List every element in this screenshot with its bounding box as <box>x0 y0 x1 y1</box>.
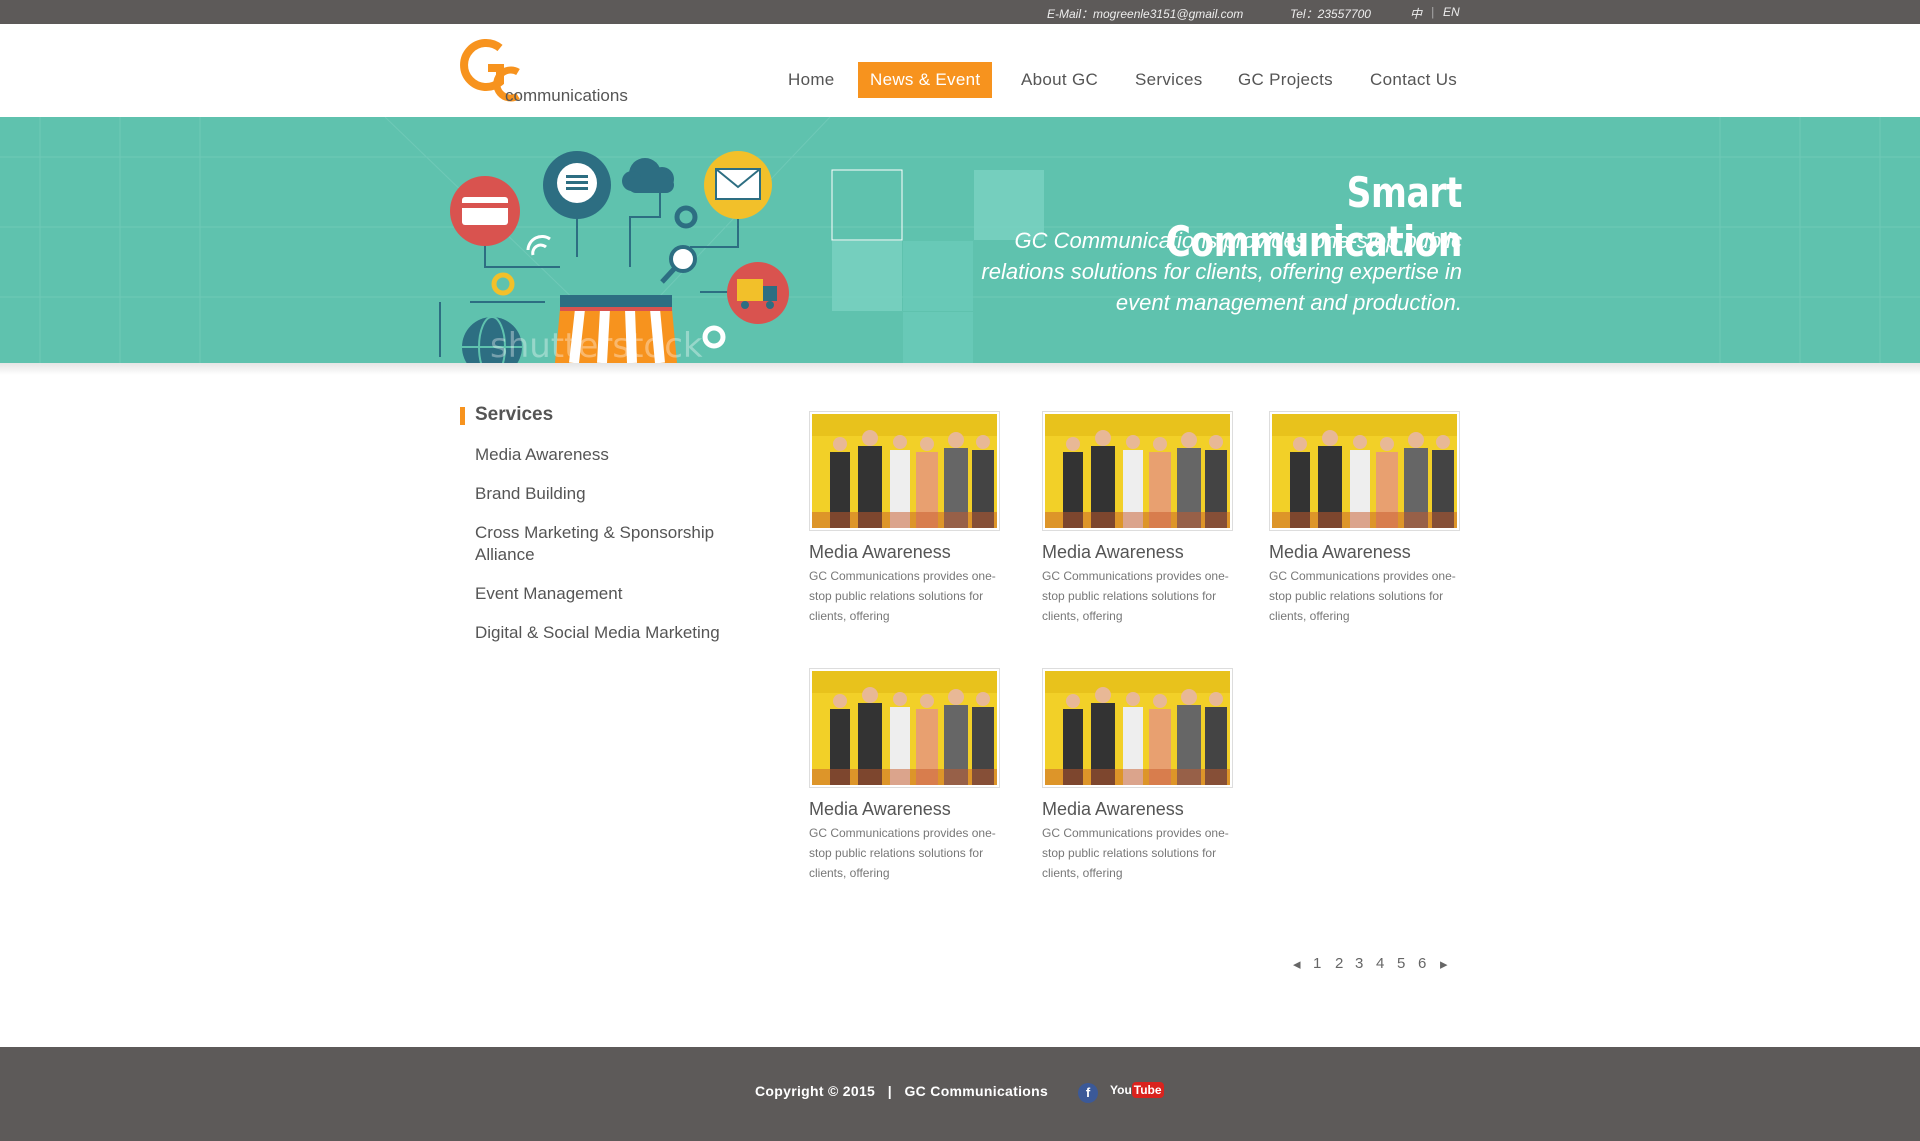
card-description: GC Communications provides one-stop publ… <box>1042 826 1229 880</box>
card-photo[interactable] <box>1042 411 1233 531</box>
sidebar-item-brand-building[interactable]: Brand Building <box>475 483 755 505</box>
card-title[interactable]: Media Awareness <box>1269 542 1411 563</box>
lang-zh-link[interactable]: 中 <box>1410 5 1422 22</box>
sidebar-heading: Services <box>475 404 554 425</box>
magnifier-icon <box>669 245 697 273</box>
footer-copyright: Copyright © 2015 | GC Communications <box>755 1083 1049 1099</box>
nav-gc-projects[interactable]: GC Projects <box>1238 62 1333 98</box>
gear-icon-white <box>702 325 726 349</box>
nav-services[interactable]: Services <box>1135 62 1203 98</box>
gear-icon <box>674 205 698 229</box>
page-link-3[interactable]: 3 <box>1355 955 1363 972</box>
lang-separator: | <box>1431 5 1435 19</box>
top-bar: E-Mail：mogreenle3151@gmail.com Tel：23557… <box>0 0 1920 24</box>
card-photo[interactable] <box>809 668 1000 788</box>
prev-page-icon[interactable]: ◂ <box>1293 955 1301 973</box>
card-photo[interactable] <box>1042 668 1233 788</box>
nav-contact-us[interactable]: Contact Us <box>1370 62 1457 98</box>
sidebar-item-event-management[interactable]: Event Management <box>475 583 755 605</box>
card-title[interactable]: Media Awareness <box>809 799 951 820</box>
nav-about-gc[interactable]: About GC <box>1021 62 1098 98</box>
watermark-text: shutterstock <box>490 326 703 363</box>
facebook-icon[interactable]: f <box>1078 1083 1098 1103</box>
gear-icon-yellow <box>491 272 515 296</box>
youtube-icon[interactable]: You Tube <box>1110 1082 1164 1103</box>
page-link-4[interactable]: 4 <box>1376 955 1384 972</box>
page-link-5[interactable]: 5 <box>1397 955 1405 972</box>
card-title[interactable]: Media Awareness <box>1042 542 1184 563</box>
sidebar-item-cross-marketing[interactable]: Cross Marketing & Sponsorship Alliance <box>475 522 755 566</box>
page-link-1[interactable]: 1 <box>1313 955 1321 972</box>
card-photo[interactable] <box>1269 411 1460 531</box>
card-photo[interactable] <box>809 411 1000 531</box>
email-link[interactable]: E-Mail：mogreenle3151@gmail.com <box>1047 5 1243 22</box>
card-title[interactable]: Media Awareness <box>809 542 951 563</box>
page-link-6[interactable]: 6 <box>1418 955 1426 972</box>
sidebar-item-digital-social[interactable]: Digital & Social Media Marketing <box>475 622 755 644</box>
youtube-you: You <box>1110 1083 1132 1097</box>
tel-text: Tel：23557700 <box>1290 7 1371 21</box>
banner-shadow <box>0 363 1920 375</box>
nav-news-event[interactable]: News & Event <box>858 62 993 98</box>
card-description: GC Communications provides one-stop publ… <box>809 826 996 880</box>
next-page-icon[interactable]: ▸ <box>1440 955 1448 973</box>
page-link-2[interactable]: 2 <box>1335 955 1343 972</box>
nav-home[interactable]: Home <box>788 62 835 98</box>
card-title[interactable]: Media Awareness <box>1042 799 1184 820</box>
card-description: GC Communications provides one-stop publ… <box>809 569 996 623</box>
sidebar-item-media-awareness[interactable]: Media Awareness <box>475 444 755 466</box>
card-description: GC Communications provides one-stop publ… <box>1269 569 1456 623</box>
cloud-icon <box>622 158 674 193</box>
youtube-tube: Tube <box>1131 1082 1164 1098</box>
sidebar-accent-bar <box>460 407 465 425</box>
main-nav: Home News & Event About GC Services GC P… <box>0 62 1920 98</box>
wifi-icon <box>526 234 551 251</box>
lang-en-link[interactable]: EN <box>1443 5 1460 19</box>
card-description: GC Communications provides one-stop publ… <box>1042 569 1229 623</box>
header: communications Home News & Event About G… <box>0 24 1920 117</box>
banner-description: GC Communications provides one-stop publ… <box>981 228 1462 315</box>
